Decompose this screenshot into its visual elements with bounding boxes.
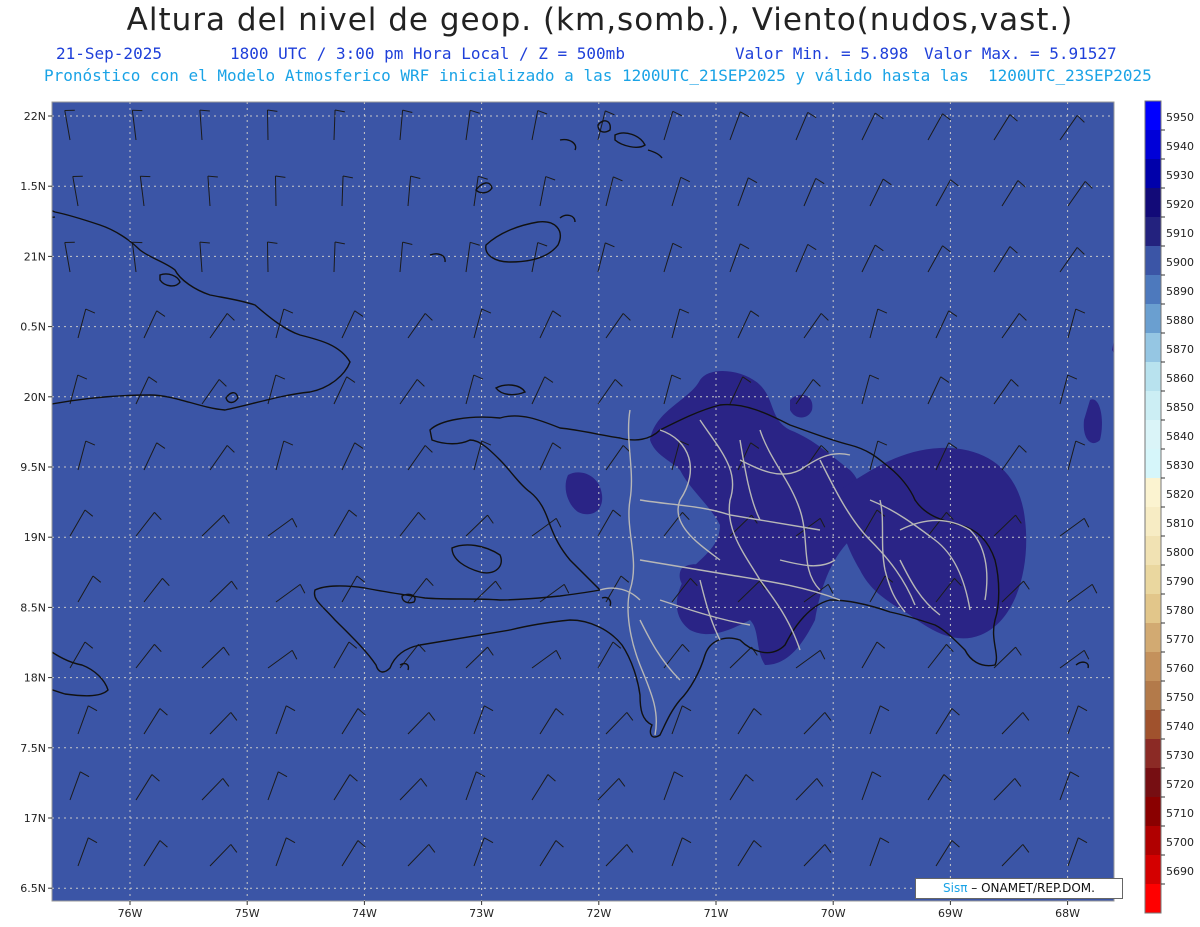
colorbar-swatch (1145, 710, 1161, 740)
longitude-axis: 76W 75W 74W 73W 72W 71W 70W 69W 68W (118, 901, 1080, 920)
colorbar-swatch (1145, 362, 1161, 392)
colorbar-label: 5860 (1166, 372, 1194, 385)
colorbar-label: 5850 (1166, 401, 1194, 414)
lat-tick-label: 7.5N (20, 742, 46, 755)
colorbar-swatch (1145, 420, 1161, 450)
brand-logo: Sisπ (943, 881, 968, 895)
latitude-axis: 22N 1.5N 21N 0.5N 20N 9.5N 19N 8.5N 18N 7.5N 17N 6.… (20, 110, 52, 895)
colorbar-label: 5780 (1166, 604, 1194, 617)
colorbar-swatch (1145, 304, 1161, 334)
lat-tick-label: 20N (24, 391, 46, 404)
colorbar-swatch (1145, 188, 1161, 218)
colorbar-swatch (1145, 333, 1161, 363)
lat-tick-label: 6.5N (20, 882, 46, 895)
colorbar-swatch (1145, 797, 1161, 827)
colorbar-swatch (1145, 855, 1161, 885)
colorbar-swatch (1145, 101, 1161, 131)
colorbar-label: 5890 (1166, 285, 1194, 298)
colorbar-swatch (1145, 130, 1161, 160)
colorbar-swatch (1145, 391, 1161, 421)
credit-box: Sisπ – ONAMET/REP.DOM. (915, 878, 1123, 899)
colorbar-label: 5900 (1166, 256, 1194, 269)
colorbar-swatch (1145, 739, 1161, 769)
wind-barb-staff (266, 241, 269, 273)
colorbar-label: 5810 (1166, 517, 1194, 530)
colorbar-swatch (1145, 565, 1161, 595)
colorbar-swatch (1145, 768, 1161, 798)
lat-tick-label: 21N (24, 250, 46, 263)
colorbar-label: 5880 (1166, 314, 1194, 327)
colorbar-label: 5730 (1166, 749, 1194, 762)
colorbar-label: 5910 (1166, 227, 1194, 240)
weather-map: 22N 1.5N 21N 0.5N 20N 9.5N 19N 8.5N 18N 7.5N 17N 6.… (20, 100, 1194, 920)
lon-tick-label: 74W (352, 907, 377, 920)
colorbar-label: 5820 (1166, 488, 1194, 501)
colorbar-label: 5870 (1166, 343, 1194, 356)
colorbar-swatch (1145, 826, 1161, 856)
lon-tick-label: 69W (938, 907, 963, 920)
lat-tick-label: 17N (24, 812, 46, 825)
colorbar-label: 5750 (1166, 691, 1194, 704)
wind-barb-staff (274, 175, 277, 207)
colorbar-swatch (1145, 246, 1161, 276)
lat-tick-label: 0.5N (20, 321, 46, 334)
colorbar-label: 5790 (1166, 575, 1194, 588)
colorbar-label: 5740 (1166, 720, 1194, 733)
colorbar-label: 5950 (1166, 111, 1194, 124)
colorbar-label: 5700 (1166, 836, 1194, 849)
colorbar-swatch (1145, 449, 1161, 479)
colorbar-swatch (1145, 652, 1161, 682)
colorbar-swatch (1145, 681, 1161, 711)
colorbar-label: 5690 (1166, 865, 1194, 878)
lon-tick-label: 76W (118, 907, 143, 920)
colorbar-label: 5840 (1166, 430, 1194, 443)
lon-tick-label: 73W (469, 907, 494, 920)
colorbar-swatch (1145, 217, 1161, 247)
wind-barb-staff (266, 109, 269, 141)
colorbar-swatch (1145, 159, 1161, 189)
colorbar-label: 5710 (1166, 807, 1194, 820)
colorbar-label: 5940 (1166, 140, 1194, 153)
colorbar-swatch (1145, 623, 1161, 653)
colorbar-swatch (1145, 507, 1161, 537)
lat-tick-label: 19N (24, 531, 46, 544)
colorbar-swatch (1145, 478, 1161, 508)
colorbar-label: 5830 (1166, 459, 1194, 472)
colorbar-swatch (1145, 536, 1161, 566)
lat-tick-label: 22N (24, 110, 46, 123)
organization-label: – ONAMET/REP.DOM. (967, 881, 1095, 895)
colorbar-label: 5800 (1166, 546, 1194, 559)
lat-tick-label: 1.5N (20, 180, 46, 193)
colorbar-swatch (1145, 594, 1161, 624)
colorbar-label: 5930 (1166, 169, 1194, 182)
lat-tick-label: 8.5N (20, 601, 46, 614)
lon-tick-label: 70W (821, 907, 846, 920)
lat-tick-label: 18N (24, 672, 46, 685)
colorbar-label: 5720 (1166, 778, 1194, 791)
lon-tick-label: 68W (1055, 907, 1080, 920)
lon-tick-label: 72W (586, 907, 611, 920)
colorbar-label: 5770 (1166, 633, 1194, 646)
lon-tick-label: 75W (235, 907, 260, 920)
colorbar-swatch (1145, 275, 1161, 305)
lon-tick-label: 71W (704, 907, 729, 920)
colorbar: 5950 5940 5930 5920 5910 5900 5890 5880 5870 5860… (1144, 100, 1194, 914)
colorbar-swatch (1145, 884, 1161, 914)
colorbar-label: 5920 (1166, 198, 1194, 211)
colorbar-label: 5760 (1166, 662, 1194, 675)
lat-tick-label: 9.5N (20, 461, 46, 474)
